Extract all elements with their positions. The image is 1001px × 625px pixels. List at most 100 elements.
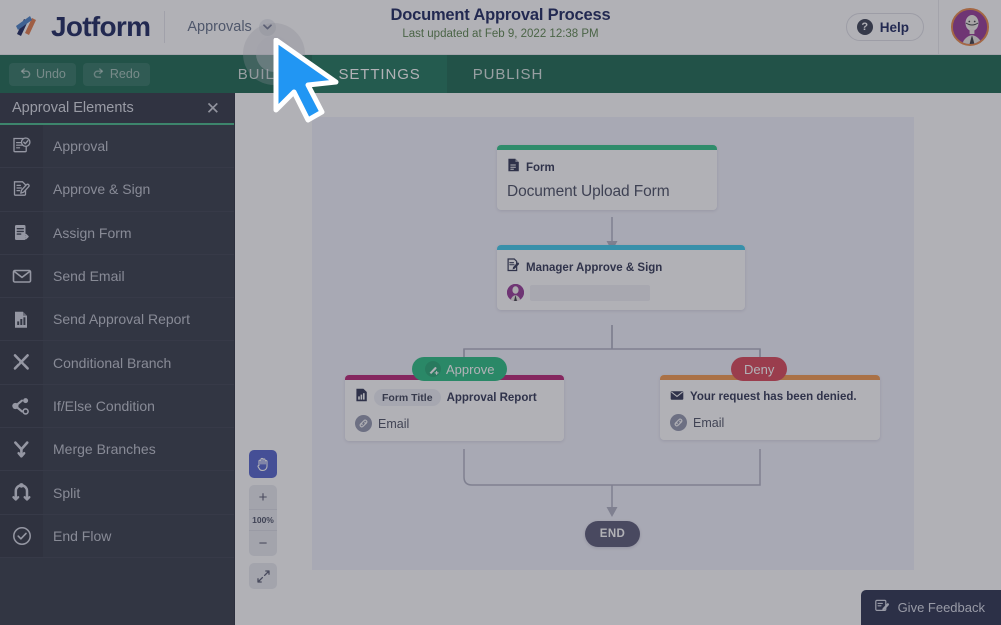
report-chart-icon bbox=[0, 298, 43, 340]
node-manager-approve-sign[interactable]: Manager Approve & Sign bbox=[497, 245, 745, 310]
approval-document-icon bbox=[0, 125, 43, 167]
flow-sheet[interactable]: Form Document Upload Form Manager Approv bbox=[312, 117, 914, 570]
envelope-icon bbox=[670, 388, 684, 406]
node-title: Approval Report bbox=[447, 392, 537, 404]
brand-name: Jotform bbox=[51, 11, 150, 43]
question-mark-icon: ? bbox=[857, 19, 873, 35]
redo-arrow-icon bbox=[93, 67, 105, 82]
arrowhead bbox=[607, 507, 618, 517]
undo-arrow-icon bbox=[19, 67, 31, 82]
builder-body: Approval Elements ✕ Approval Approve & S… bbox=[0, 93, 1001, 625]
sidebar-item-label: Assign Form bbox=[43, 212, 132, 254]
approval-elements-list: Approval Approve & Sign Assign Form bbox=[0, 125, 234, 558]
sidebar-item-label: If/Else Condition bbox=[43, 385, 155, 427]
assignee-row[interactable] bbox=[507, 284, 735, 301]
tab-publish[interactable]: PUBLISH bbox=[447, 55, 570, 93]
assign-form-icon bbox=[0, 212, 43, 254]
hand-tool-icon[interactable] bbox=[249, 450, 277, 478]
split-icon bbox=[0, 471, 43, 513]
undo-button[interactable]: Undo bbox=[9, 63, 76, 86]
sidebar-item-label: End Flow bbox=[43, 515, 111, 557]
header-right-group: ? Help bbox=[846, 0, 1001, 54]
node-approval-report[interactable]: Form Title Approval Report Email bbox=[345, 375, 564, 441]
branch-label-text: Approve bbox=[446, 362, 494, 377]
link-icon bbox=[670, 414, 687, 431]
sidebar-item-label: Merge Branches bbox=[43, 428, 156, 470]
node-tag-label: Form bbox=[526, 162, 555, 174]
node-body: Your request has been denied. Email bbox=[660, 380, 880, 440]
conditional-branch-icon bbox=[0, 341, 43, 383]
chevron-down-icon bbox=[259, 19, 276, 36]
sidebar-item-split[interactable]: Split bbox=[0, 471, 234, 514]
close-icon[interactable]: ✕ bbox=[206, 100, 220, 117]
node-denied-email[interactable]: Your request has been denied. Email bbox=[660, 375, 880, 440]
product-selector-label: Approvals bbox=[187, 19, 251, 35]
avatar[interactable] bbox=[951, 8, 989, 46]
redo-button[interactable]: Redo bbox=[83, 63, 150, 86]
node-title: Document Upload Form bbox=[507, 183, 707, 201]
header-divider bbox=[164, 11, 165, 43]
link-icon bbox=[355, 415, 372, 432]
fit-to-screen-icon[interactable] bbox=[249, 563, 277, 589]
builder-tabs: BUILD SETTINGS PUBLISH bbox=[212, 55, 569, 93]
zoom-in-button[interactable]: + bbox=[249, 485, 277, 510]
app-header: Jotform Approvals Document Approval Proc… bbox=[0, 0, 1001, 55]
report-chart-icon bbox=[355, 388, 368, 407]
redo-button-label: Redo bbox=[110, 67, 140, 81]
tab-settings[interactable]: SETTINGS bbox=[312, 55, 446, 93]
branch-label-text: Deny bbox=[744, 362, 774, 377]
node-form[interactable]: Form Document Upload Form bbox=[497, 145, 717, 210]
sidebar-item-if-else-condition[interactable]: If/Else Condition bbox=[0, 385, 234, 428]
give-feedback-button[interactable]: Give Feedback bbox=[861, 590, 1001, 625]
brand-logo-group[interactable]: Jotform bbox=[0, 0, 150, 54]
sidebar-item-send-email[interactable]: Send Email bbox=[0, 255, 234, 298]
node-tag-row: Form Title Approval Report bbox=[355, 388, 554, 407]
panel-title: Approval Elements bbox=[12, 100, 134, 116]
sidebar-item-label: Split bbox=[43, 471, 80, 513]
node-tag-row: Manager Approve & Sign bbox=[507, 258, 735, 277]
jotform-logo-icon bbox=[14, 14, 42, 40]
node-sub-row[interactable]: Email bbox=[670, 414, 870, 431]
envelope-icon bbox=[0, 255, 43, 297]
feedback-pencil-icon bbox=[875, 599, 890, 616]
undo-redo-group: Undo Redo bbox=[0, 63, 150, 86]
node-tag-row: Your request has been denied. bbox=[670, 388, 870, 406]
header-divider-2 bbox=[938, 0, 939, 55]
product-selector[interactable]: Approvals bbox=[177, 13, 285, 42]
tab-build[interactable]: BUILD bbox=[212, 55, 313, 93]
sidebar-item-label: Approval bbox=[43, 125, 108, 167]
end-flow-check-icon bbox=[0, 515, 43, 557]
sidebar-item-label: Send Approval Report bbox=[43, 298, 190, 340]
sidebar-item-approve-and-sign[interactable]: Approve & Sign bbox=[0, 168, 234, 211]
approve-and-sign-icon bbox=[0, 168, 43, 210]
assignee-placeholder bbox=[530, 285, 650, 301]
branch-label-approve[interactable]: Approve bbox=[412, 357, 507, 381]
zoom-level-label: 100% bbox=[249, 510, 277, 531]
sidebar-item-label: Conditional Branch bbox=[43, 341, 171, 383]
node-title: Your request has been denied. bbox=[690, 391, 857, 403]
approve-stamp-icon bbox=[425, 361, 441, 377]
zoom-out-button[interactable]: − bbox=[249, 531, 277, 556]
form-title-chip: Form Title bbox=[374, 389, 441, 406]
if-else-condition-icon bbox=[0, 385, 43, 427]
merge-branches-icon bbox=[0, 428, 43, 470]
sidebar-item-label: Send Email bbox=[43, 255, 125, 297]
builder-toolbar: Undo Redo BUILD SETTINGS PUBLISH bbox=[0, 55, 1001, 93]
assignee-avatar bbox=[507, 284, 524, 301]
jotform-approvals-builder: Jotform Approvals Document Approval Proc… bbox=[0, 0, 1001, 625]
flow-canvas[interactable]: + 100% − bbox=[235, 93, 1001, 625]
node-sub-label: Email bbox=[378, 417, 409, 431]
sidebar-item-merge-branches[interactable]: Merge Branches bbox=[0, 428, 234, 471]
node-sub-label: Email bbox=[693, 416, 724, 430]
node-tag-row: Form bbox=[507, 158, 707, 177]
node-tag-label: Manager Approve & Sign bbox=[526, 262, 662, 274]
sidebar-item-conditional-branch[interactable]: Conditional Branch bbox=[0, 341, 234, 384]
sidebar-item-approval[interactable]: Approval bbox=[0, 125, 234, 168]
sidebar-item-send-approval-report[interactable]: Send Approval Report bbox=[0, 298, 234, 341]
help-button[interactable]: ? Help bbox=[846, 13, 924, 41]
sidebar-item-end-flow[interactable]: End Flow bbox=[0, 515, 234, 558]
branch-label-deny[interactable]: Deny bbox=[731, 357, 787, 381]
node-end[interactable]: END bbox=[585, 521, 640, 547]
sidebar-item-assign-form[interactable]: Assign Form bbox=[0, 212, 234, 255]
node-sub-row[interactable]: Email bbox=[355, 415, 554, 432]
